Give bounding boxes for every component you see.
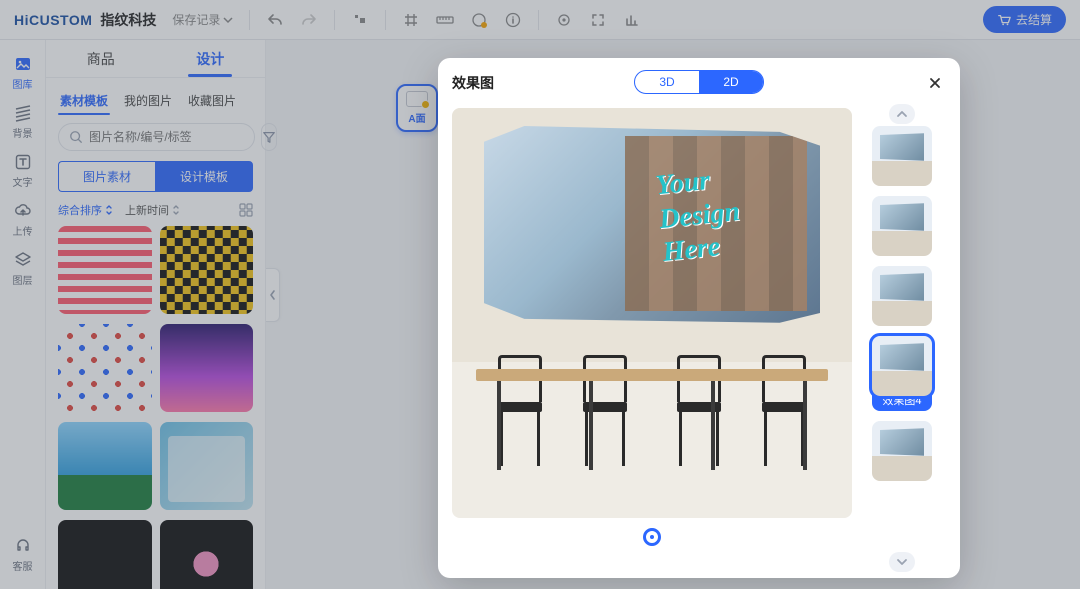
chevron-up-icon <box>896 109 908 119</box>
seg-2d[interactable]: 2D <box>699 71 763 93</box>
close-icon <box>928 76 942 90</box>
preview-thumb[interactable] <box>872 266 932 326</box>
preview-thumb[interactable] <box>872 196 932 256</box>
thumbs-next-button[interactable] <box>889 552 915 572</box>
preview-image: Your Design Here <box>452 108 852 518</box>
preview-modal: 效果图 3D 2D Your Design Here <box>438 58 960 578</box>
preview-thumb[interactable] <box>872 126 932 186</box>
seg-3d[interactable]: 3D <box>635 71 699 93</box>
design-placeholder-text: Your Design Here <box>654 161 745 270</box>
preview-pager[interactable] <box>452 528 852 546</box>
close-button[interactable] <box>924 72 946 94</box>
thumbs-prev-button[interactable] <box>889 104 915 124</box>
chevron-down-icon <box>896 557 908 567</box>
pager-dot-icon <box>643 528 661 546</box>
preview-thumb[interactable] <box>872 336 932 396</box>
preview-thumb-selected[interactable]: 效果图4 <box>872 336 932 411</box>
preview-thumb[interactable] <box>872 421 932 481</box>
preview-thumb-list: 效果图4 <box>864 108 940 568</box>
view-segment: 3D 2D <box>634 70 764 94</box>
modal-title: 效果图 <box>452 73 494 93</box>
